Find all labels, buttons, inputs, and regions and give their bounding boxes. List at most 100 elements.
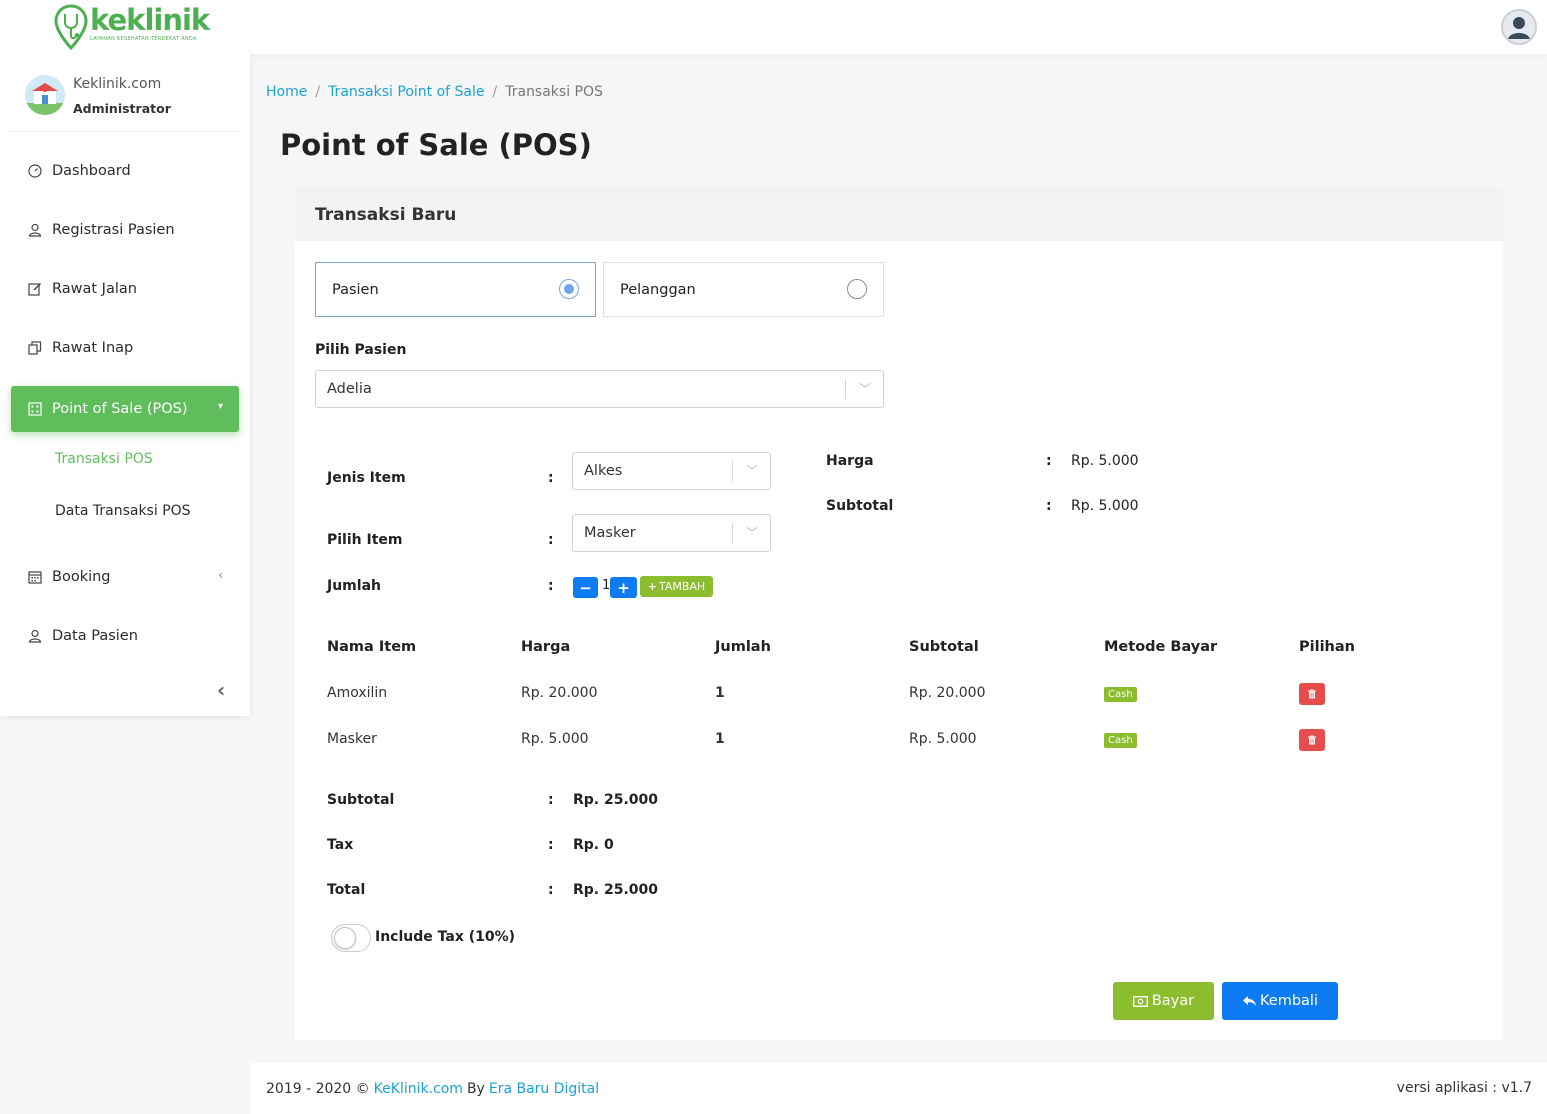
summary-tax-value: Rp. 0 bbox=[573, 837, 614, 853]
breadcrumb-separator: / bbox=[492, 84, 498, 100]
radio-option-pelanggan[interactable]: Pelanggan bbox=[603, 262, 884, 317]
increment-button[interactable]: + bbox=[610, 577, 637, 598]
table-header-metode: Metode Bayar bbox=[1104, 639, 1218, 655]
money-icon bbox=[1132, 995, 1148, 1007]
include-tax-label: Include Tax (10%) bbox=[375, 929, 516, 945]
sidebar-subitem-transaksi-pos[interactable]: Transaksi POS bbox=[55, 451, 153, 467]
item-subtotal-value: Rp. 5.000 bbox=[1071, 498, 1139, 514]
sidebar-subitem-data-transaksi-pos[interactable]: Data Transaksi POS bbox=[55, 503, 191, 519]
page-title: Point of Sale (POS) bbox=[280, 128, 592, 162]
payment-method-badge: Cash bbox=[1104, 733, 1137, 748]
sidebar-item-label: Data Pasien bbox=[52, 628, 138, 644]
calendar-icon bbox=[27, 569, 43, 585]
summary-tax-label: Tax bbox=[327, 837, 354, 853]
profile-role: Administrator bbox=[73, 101, 171, 116]
copy-icon bbox=[27, 340, 43, 356]
breadcrumb-transaksi-pos[interactable]: Transaksi Point of Sale bbox=[328, 84, 484, 100]
delete-row-button[interactable] bbox=[1299, 729, 1325, 751]
sidebar-item-rawat-inap[interactable]: Rawat Inap bbox=[11, 325, 239, 371]
chevron-down-icon: ﹀ bbox=[745, 464, 758, 478]
radio-label: Pelanggan bbox=[620, 281, 696, 298]
jenis-item-label: Jenis Item bbox=[327, 470, 406, 486]
sidebar-item-label: Rawat Inap bbox=[52, 340, 134, 356]
reply-icon bbox=[1243, 996, 1256, 1006]
payment-method-badge: Cash bbox=[1104, 687, 1137, 702]
sidebar-item-label: Point of Sale (POS) bbox=[52, 401, 188, 417]
table-header-pilihan: Pilihan bbox=[1299, 639, 1355, 655]
cell-nama: Masker bbox=[327, 731, 377, 747]
add-item-label: TAMBAH bbox=[658, 580, 706, 593]
radio-option-pasien[interactable]: Pasien bbox=[315, 262, 596, 317]
summary-total-value: Rp. 25.000 bbox=[573, 882, 659, 898]
include-tax-toggle[interactable] bbox=[331, 924, 371, 952]
dashboard-icon bbox=[27, 163, 43, 179]
pilih-item-value: Masker bbox=[584, 525, 636, 541]
jenis-item-value: Alkes bbox=[584, 463, 623, 479]
footer-company-link[interactable]: Era Baru Digital bbox=[489, 1081, 599, 1097]
transaction-card: Transaksi Baru Pasien Pelanggan Pilih Pa… bbox=[295, 188, 1503, 1040]
chevron-left-icon: ‹ bbox=[218, 568, 223, 582]
footer-years: 2019 - 2020 © bbox=[266, 1080, 370, 1097]
card-header: Transaksi Baru bbox=[295, 188, 1503, 241]
sidebar-item-label: Registrasi Pasien bbox=[52, 222, 175, 238]
jenis-item-select[interactable]: Alkes ﹀ bbox=[572, 452, 771, 490]
pilih-item-select[interactable]: Masker ﹀ bbox=[572, 514, 771, 552]
breadcrumb-separator: / bbox=[315, 84, 321, 100]
sidebar-item-rawat-jalan[interactable]: Rawat Jalan bbox=[11, 266, 239, 312]
sidebar-item-data-pasien[interactable]: Data Pasien bbox=[11, 613, 239, 659]
delete-row-button[interactable] bbox=[1299, 683, 1325, 705]
sidebar-item-dashboard[interactable]: Dashboard bbox=[11, 148, 239, 194]
radio-label: Pasien bbox=[332, 281, 379, 298]
user-avatar[interactable] bbox=[1501, 9, 1537, 45]
jumlah-label: Jumlah bbox=[327, 578, 381, 594]
radio-selected-icon[interactable] bbox=[559, 279, 579, 299]
user-icon bbox=[27, 222, 43, 238]
footer-by: By bbox=[466, 1080, 485, 1097]
pilih-item-label: Pilih Item bbox=[327, 532, 403, 548]
decrement-button[interactable]: − bbox=[573, 577, 598, 598]
footer: 2019 - 2020 © KeKlinik.com By Era Baru D… bbox=[250, 1063, 1547, 1114]
chevron-down-icon: ﹀ bbox=[745, 526, 758, 540]
back-button-label: Kembali bbox=[1260, 993, 1318, 1009]
pay-button[interactable]: Bayar bbox=[1113, 982, 1214, 1020]
pay-button-label: Bayar bbox=[1151, 993, 1195, 1009]
cell-harga: Rp. 20.000 bbox=[521, 685, 598, 701]
sidebar-item-booking[interactable]: Booking ‹ bbox=[11, 554, 239, 600]
sidebar: Keklinik.com Administrator Dashboard Reg… bbox=[0, 54, 250, 716]
sidebar-item-label: Rawat Jalan bbox=[52, 281, 137, 297]
chevron-down-icon: ▾ bbox=[217, 401, 223, 412]
top-navbar: keklinik LAYANAN KESEHATAN TERDEKAT ANDA bbox=[0, 0, 1547, 54]
profile-name: Keklinik.com bbox=[73, 76, 162, 92]
pos-icon bbox=[27, 401, 43, 417]
sidebar-collapse-icon[interactable]: ‹ bbox=[217, 678, 225, 702]
patient-label: Pilih Pasien bbox=[315, 342, 407, 358]
clinic-avatar bbox=[25, 75, 65, 115]
harga-label: Harga bbox=[826, 453, 874, 469]
sidebar-item-pos[interactable]: Point of Sale (POS) ▾ bbox=[11, 386, 239, 432]
add-item-button[interactable]: + TAMBAH bbox=[640, 576, 713, 597]
table-header-subtotal: Subtotal bbox=[909, 639, 979, 655]
breadcrumb-home[interactable]: Home bbox=[266, 84, 307, 100]
back-button[interactable]: Kembali bbox=[1222, 982, 1338, 1020]
brand-tagline: LAYANAN KESEHATAN TERDEKAT ANDA bbox=[90, 36, 197, 42]
location-pin-icon bbox=[54, 4, 88, 51]
patient-select[interactable]: Adelia ﹀ bbox=[315, 370, 884, 408]
plus-icon: + bbox=[647, 580, 657, 593]
app-version: versi aplikasi : v1.7 bbox=[1396, 1080, 1532, 1096]
item-subtotal-label: Subtotal bbox=[826, 498, 894, 514]
cell-nama: Amoxilin bbox=[327, 685, 388, 701]
summary-subtotal-value: Rp. 25.000 bbox=[573, 792, 659, 808]
sidebar-item-label: Dashboard bbox=[52, 163, 131, 179]
patient-select-value: Adelia bbox=[327, 381, 372, 397]
sidebar-item-label: Booking bbox=[52, 569, 111, 585]
cell-subtotal: Rp. 5.000 bbox=[909, 731, 977, 747]
footer-site-link[interactable]: KeKlinik.com bbox=[374, 1081, 463, 1097]
edit-icon bbox=[27, 281, 43, 297]
harga-value: Rp. 5.000 bbox=[1071, 453, 1139, 469]
sidebar-item-registrasi-pasien[interactable]: Registrasi Pasien bbox=[11, 207, 239, 253]
trash-icon bbox=[1308, 689, 1316, 699]
cell-subtotal: Rp. 20.000 bbox=[909, 685, 986, 701]
breadcrumb: Home / Transaksi Point of Sale / Transak… bbox=[266, 84, 603, 100]
radio-unselected-icon[interactable] bbox=[847, 279, 867, 299]
brand-logo[interactable]: keklinik LAYANAN KESEHATAN TERDEKAT ANDA bbox=[54, 4, 210, 51]
